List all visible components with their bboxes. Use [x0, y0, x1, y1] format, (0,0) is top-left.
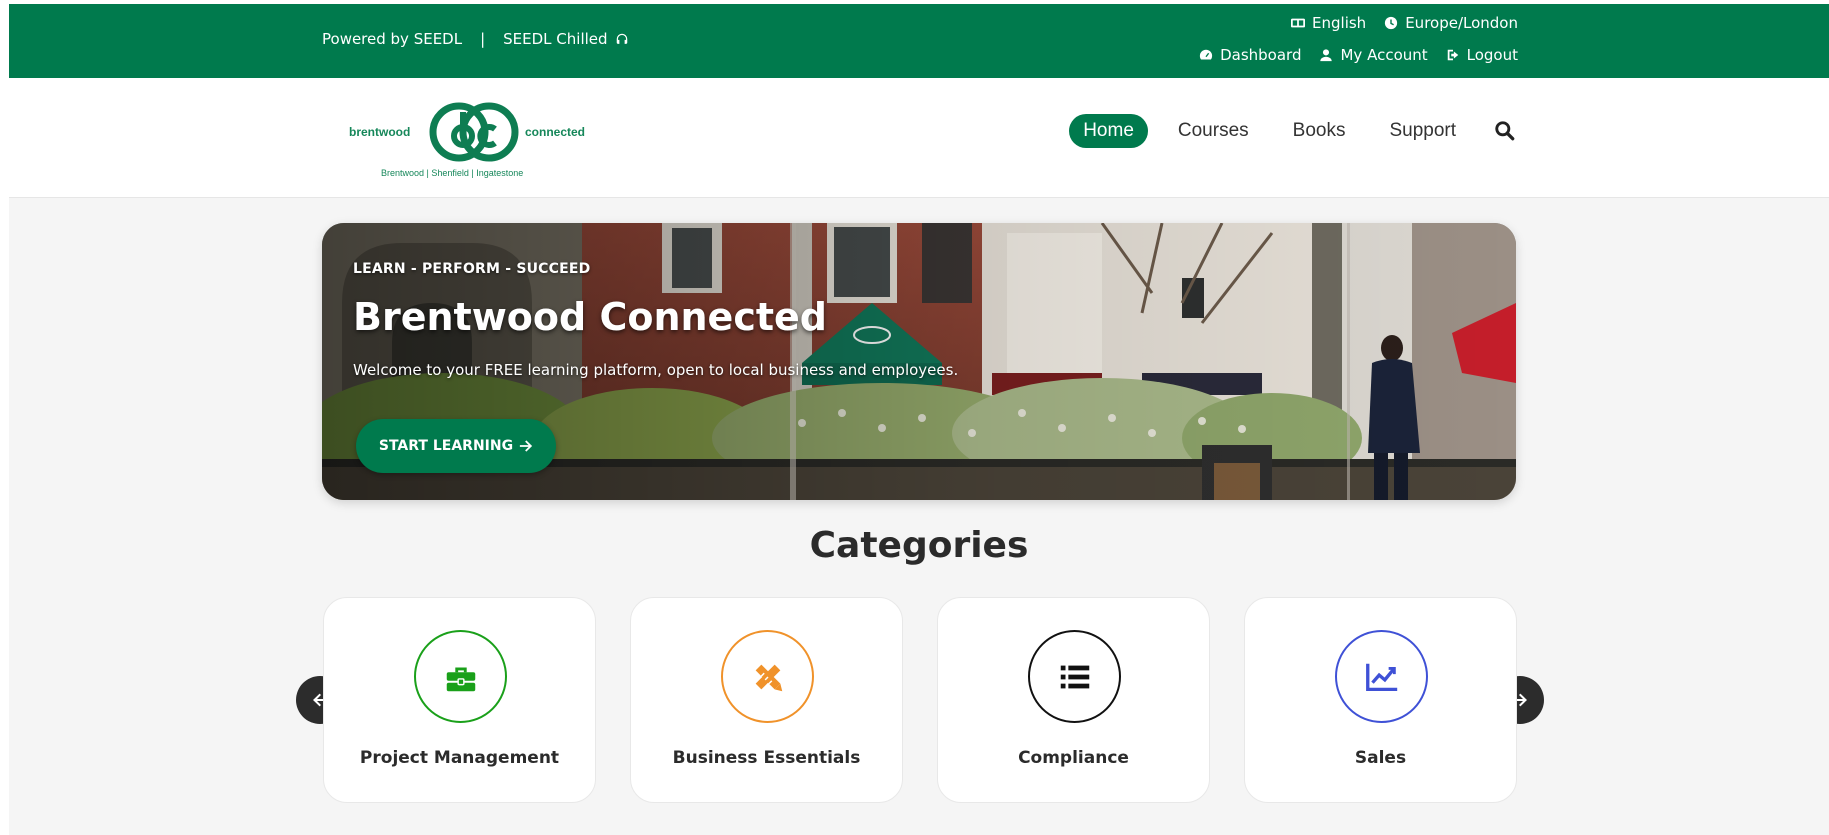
category-card-project-management[interactable]: Project Management	[323, 597, 596, 803]
hero-title: Brentwood Connected	[353, 295, 827, 339]
language-selector[interactable]: English	[1291, 14, 1366, 32]
clock-icon	[1384, 16, 1398, 30]
nav-courses[interactable]: Courses	[1164, 114, 1263, 148]
start-learning-button[interactable]: START LEARNING	[356, 419, 556, 473]
page-frame: Powered by SEEDL | SEEDL Chilled English	[9, 4, 1829, 835]
seedl-chilled-label: SEEDL Chilled	[503, 30, 608, 48]
hero-kicker: LEARN - PERFORM - SUCCEED	[353, 261, 591, 277]
categories-heading: Categories	[809, 525, 1029, 566]
account-row: Dashboard My Account Logout	[1199, 46, 1518, 64]
pencil-ruler-icon	[755, 664, 782, 691]
start-learning-label: START LEARNING	[378, 438, 514, 454]
logo-tagline: Brentwood | Shenfield | Ingatestone	[381, 168, 524, 178]
site-header: brentwood connected Brentwood | Shenfiel…	[9, 78, 1829, 198]
my-account-link[interactable]: My Account	[1319, 46, 1428, 64]
timezone-label: Europe/London	[1405, 14, 1518, 32]
hero-subtitle: Welcome to your FREE learning platform, …	[353, 361, 959, 379]
hero-banner: LEARN - PERFORM - SUCCEED Brentwood Conn…	[322, 223, 1516, 500]
top-bar: Powered by SEEDL | SEEDL Chilled English	[9, 4, 1829, 78]
category-card-sales[interactable]: Sales	[1244, 597, 1517, 803]
category-label: Compliance	[1018, 748, 1129, 768]
main-nav: Home Courses Books Support	[1069, 114, 1516, 148]
category-label: Sales	[1354, 748, 1407, 768]
language-label: English	[1312, 14, 1367, 32]
logo-left-word: brentwood	[349, 125, 411, 139]
category-label: Project Management	[359, 748, 560, 768]
category-card-business-essentials[interactable]: Business Essentials	[630, 597, 903, 803]
nav-books[interactable]: Books	[1279, 114, 1360, 148]
categories-carousel: Project Management Business Essentials C…	[323, 597, 1517, 803]
category-icon-circle	[721, 630, 814, 723]
category-label: Business Essentials	[672, 748, 861, 768]
language-icon	[1291, 16, 1306, 30]
search-icon[interactable]	[1494, 120, 1516, 142]
logout-icon	[1446, 48, 1460, 62]
logo-mark-icon	[429, 102, 519, 162]
nav-home[interactable]: Home	[1069, 114, 1148, 148]
user-icon	[1319, 48, 1333, 62]
headphones-icon	[615, 32, 629, 46]
logo-right-word: connected	[525, 125, 586, 139]
chart-line-icon	[1365, 663, 1397, 691]
seedl-chilled-link[interactable]: SEEDL Chilled	[503, 30, 628, 48]
category-icon-circle	[1335, 630, 1428, 723]
site-logo[interactable]: brentwood connected Brentwood | Shenfiel…	[349, 102, 589, 182]
my-account-label: My Account	[1340, 46, 1428, 64]
category-icon-circle	[414, 630, 507, 723]
dashboard-label: Dashboard	[1220, 46, 1302, 64]
briefcase-icon	[446, 667, 475, 691]
nav-support[interactable]: Support	[1375, 114, 1470, 148]
powered-by-link[interactable]: Powered by SEEDL	[322, 30, 462, 48]
dashboard-icon	[1199, 48, 1213, 62]
logout-label: Logout	[1466, 46, 1518, 64]
list-icon	[1060, 665, 1089, 688]
powered-by-group: Powered by SEEDL | SEEDL Chilled	[322, 30, 629, 48]
logout-link[interactable]: Logout	[1446, 46, 1518, 64]
separator: |	[480, 30, 486, 48]
category-icon-circle	[1028, 630, 1121, 723]
timezone-selector[interactable]: Europe/London	[1384, 14, 1518, 32]
dashboard-link[interactable]: Dashboard	[1199, 46, 1301, 64]
arrow-right-icon	[519, 440, 533, 452]
category-card-compliance[interactable]: Compliance	[937, 597, 1210, 803]
locale-row: English Europe/London	[1291, 14, 1518, 32]
